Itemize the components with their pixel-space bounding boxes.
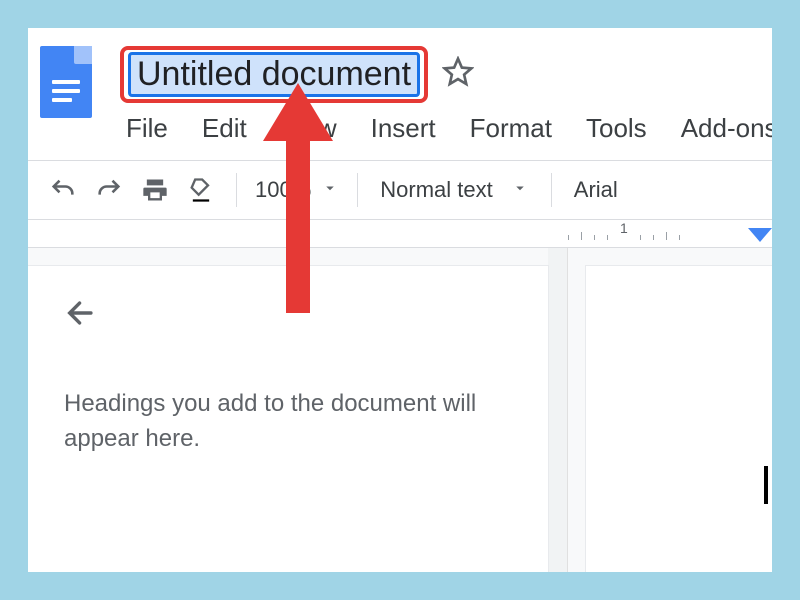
zoom-caret-icon[interactable] (321, 177, 339, 203)
redo-button[interactable] (88, 169, 130, 211)
style-caret-icon[interactable] (511, 177, 529, 203)
font-select[interactable]: Arial (566, 177, 626, 203)
document-page[interactable] (586, 266, 772, 572)
text-cursor (764, 466, 768, 504)
menu-edit[interactable]: Edit (202, 113, 247, 144)
zoom-level[interactable]: 100% (255, 177, 311, 203)
menu-addons[interactable]: Add-ons (681, 113, 772, 144)
title-highlight-annotation: Untitled document (120, 46, 428, 103)
indent-marker-icon[interactable] (748, 228, 772, 248)
menu-file[interactable]: File (126, 113, 168, 144)
ruler-mark-1: 1 (620, 220, 628, 236)
paint-format-button[interactable] (180, 169, 222, 211)
outline-empty-message: Headings you add to the document will ap… (64, 387, 512, 457)
menu-bar: File Edit View Insert Format Tools Add-o… (120, 113, 772, 144)
undo-button[interactable] (42, 169, 84, 211)
paragraph-style-select[interactable]: Normal text (380, 177, 492, 203)
gutter (548, 248, 568, 572)
star-icon[interactable] (442, 56, 474, 93)
menu-view[interactable]: View (281, 113, 337, 144)
outline-panel: Headings you add to the document will ap… (28, 266, 548, 572)
print-button[interactable] (134, 169, 176, 211)
menu-insert[interactable]: Insert (371, 113, 436, 144)
toolbar: 100% Normal text Arial (28, 160, 772, 220)
document-title-input[interactable]: Untitled document (128, 52, 420, 97)
docs-logo-icon[interactable] (40, 46, 92, 118)
outline-back-button[interactable] (64, 296, 512, 335)
menu-tools[interactable]: Tools (586, 113, 647, 144)
menu-format[interactable]: Format (470, 113, 552, 144)
ruler[interactable]: 1 (28, 220, 772, 248)
